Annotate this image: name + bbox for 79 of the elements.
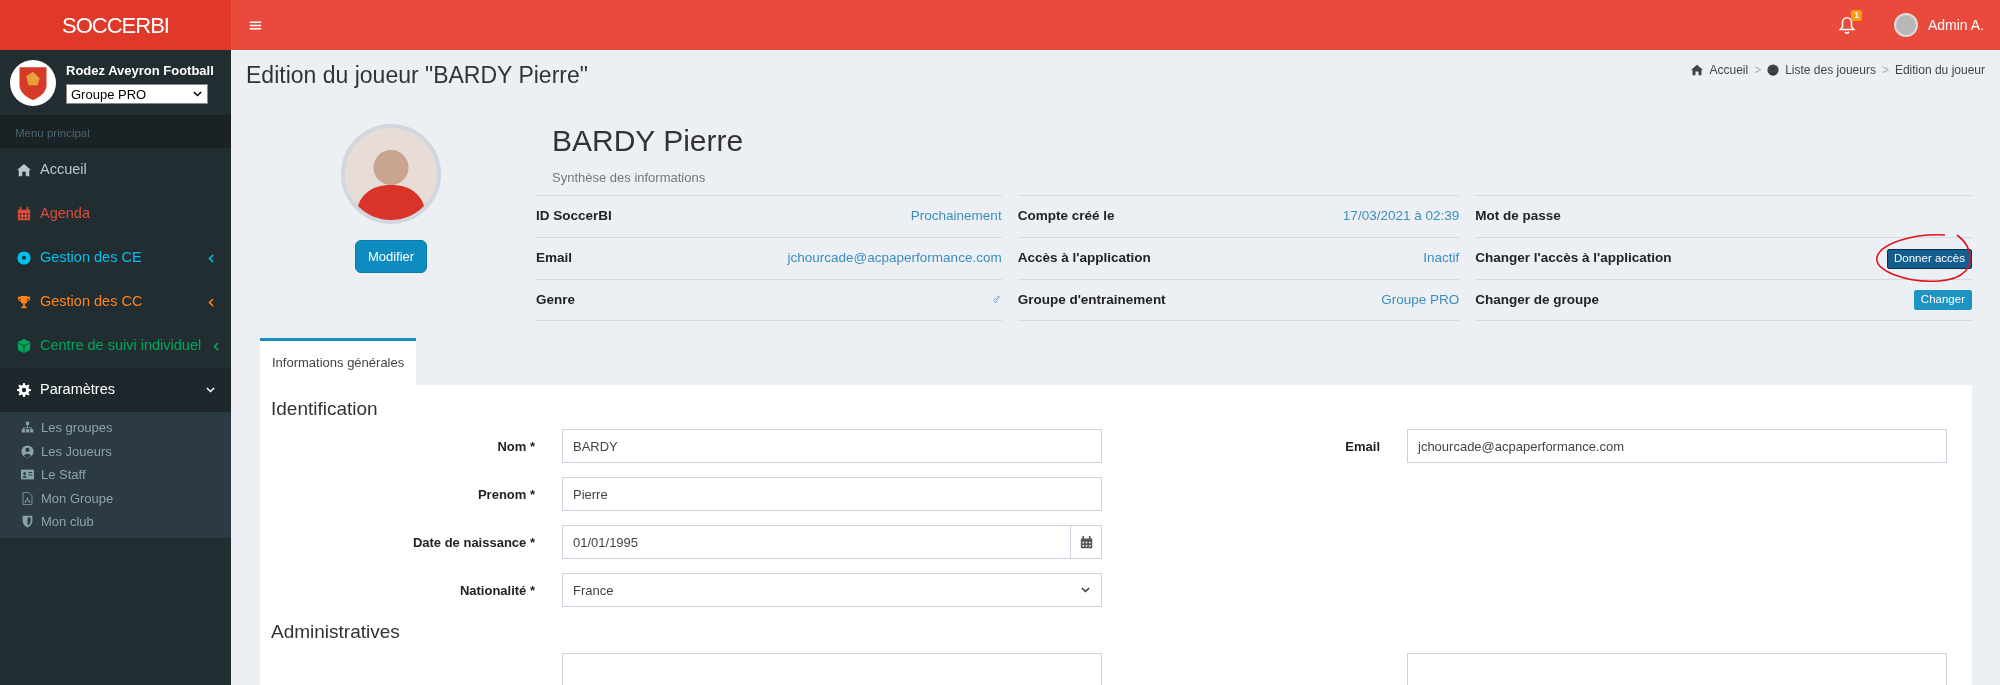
menu-item[interactable]: Centre de suivi individuel	[0, 324, 231, 368]
action-button[interactable]: Changer	[1913, 290, 1972, 311]
field-label: Nationalité *	[458, 581, 535, 600]
chevron-left-icon	[210, 340, 222, 352]
input-field[interactable]: BARDY	[562, 429, 1102, 464]
field-label: Nom *	[496, 437, 535, 456]
breadcrumb-link[interactable]: Liste des joueurs	[1785, 60, 1876, 79]
info-value: 17/03/2021 à 02:39	[1342, 207, 1460, 226]
trophy-icon	[17, 295, 31, 309]
info-value: Groupe PRO	[1381, 290, 1460, 309]
id-card-icon	[21, 468, 34, 482]
shield-icon	[21, 515, 34, 529]
club-logo	[10, 59, 56, 106]
submenu-item[interactable]: Mon Groupe	[0, 486, 231, 510]
info-label: Genre	[536, 290, 576, 309]
group-select[interactable]: Groupe PRO	[66, 84, 208, 105]
soccer-ball-icon	[17, 251, 31, 265]
input-field[interactable]	[562, 653, 1102, 685]
summary-subtitle: Synthèse des informations	[552, 168, 707, 187]
submenu-item[interactable]: Les Joueurs	[0, 439, 231, 463]
user-circle-icon	[1767, 63, 1780, 76]
info-label: Groupe d'entrainement	[1017, 290, 1166, 309]
input-field[interactable]	[1407, 653, 1947, 685]
player-name: BARDY Pierre	[552, 123, 745, 157]
section-title: Identification	[271, 397, 379, 421]
home-icon	[17, 163, 31, 177]
menu-item[interactable]: Accueil	[0, 148, 231, 192]
menu-item[interactable]: Gestion des CE	[0, 236, 231, 280]
input-field[interactable]: jchourcade@acpaperformance.com	[1407, 429, 1947, 464]
cube-icon	[17, 339, 31, 353]
user-circle-icon	[21, 444, 34, 458]
tab[interactable]: Informations générales	[260, 338, 417, 385]
submenu-item[interactable]: Mon club	[0, 510, 231, 534]
menu-section-label: Menu principal	[0, 115, 231, 148]
settings-icon	[17, 383, 31, 397]
user-avatar	[1893, 13, 1918, 37]
club-name: Rodez Aveyron Football	[66, 61, 214, 80]
calendar-icon	[17, 207, 31, 221]
info-label: Compte créé le	[1017, 207, 1115, 226]
select-field[interactable]: France	[562, 573, 1102, 608]
submenu-item[interactable]: Les groupes	[0, 416, 231, 440]
sitemap-icon	[21, 421, 34, 435]
breadcrumb-separator: >	[1754, 61, 1762, 79]
menu-icon[interactable]	[249, 18, 262, 32]
info-value: Inactif	[1423, 249, 1460, 268]
info-label: ID SoccerBI	[536, 207, 612, 226]
info-value: ♂	[991, 290, 1002, 309]
field-label: Prenom *	[476, 485, 535, 504]
notification-count: 1	[1851, 10, 1862, 21]
info-label: Mot de passe	[1475, 207, 1561, 226]
info-label: Accès à l'application	[1017, 249, 1151, 268]
action-button[interactable]: Donner accès	[1887, 248, 1972, 269]
section-title: Administratives	[271, 621, 401, 645]
breadcrumb-separator: >	[1881, 61, 1889, 79]
home-icon	[1691, 63, 1704, 76]
chevron-left-icon	[205, 296, 216, 308]
info-label: Changer l'accès à l'application	[1475, 249, 1672, 268]
info-value: jchourcade@acpaperformance.com	[787, 249, 1002, 268]
input-field[interactable]: Pierre	[562, 477, 1102, 512]
submenu-item[interactable]: Le Staff	[0, 463, 231, 487]
document-icon	[21, 491, 34, 505]
caret-icon	[192, 88, 203, 100]
chevron-down-icon	[205, 384, 216, 396]
info-label: Email	[536, 249, 573, 268]
user-name[interactable]: Admin A.	[1927, 14, 1984, 36]
info-label: Changer de groupe	[1475, 290, 1599, 309]
caret-icon	[1080, 584, 1091, 596]
calendar-icon	[1079, 535, 1093, 549]
notification-bell-icon[interactable]	[1837, 16, 1856, 34]
menu-item[interactable]: Agenda	[0, 192, 231, 236]
menu-item[interactable]: Paramètres	[0, 368, 231, 412]
edit-button[interactable]: Modifier	[354, 239, 428, 274]
page-title: Edition du joueur "BARDY Pierre"	[246, 62, 588, 90]
chevron-left-icon	[205, 252, 216, 264]
menu-item[interactable]: Gestion des CC	[0, 280, 231, 324]
info-value: Prochainement	[910, 207, 1002, 226]
field-label: Email	[1344, 437, 1380, 456]
breadcrumb-link[interactable]: Accueil	[1709, 60, 1749, 79]
field-label: Date de naissance *	[411, 533, 535, 552]
